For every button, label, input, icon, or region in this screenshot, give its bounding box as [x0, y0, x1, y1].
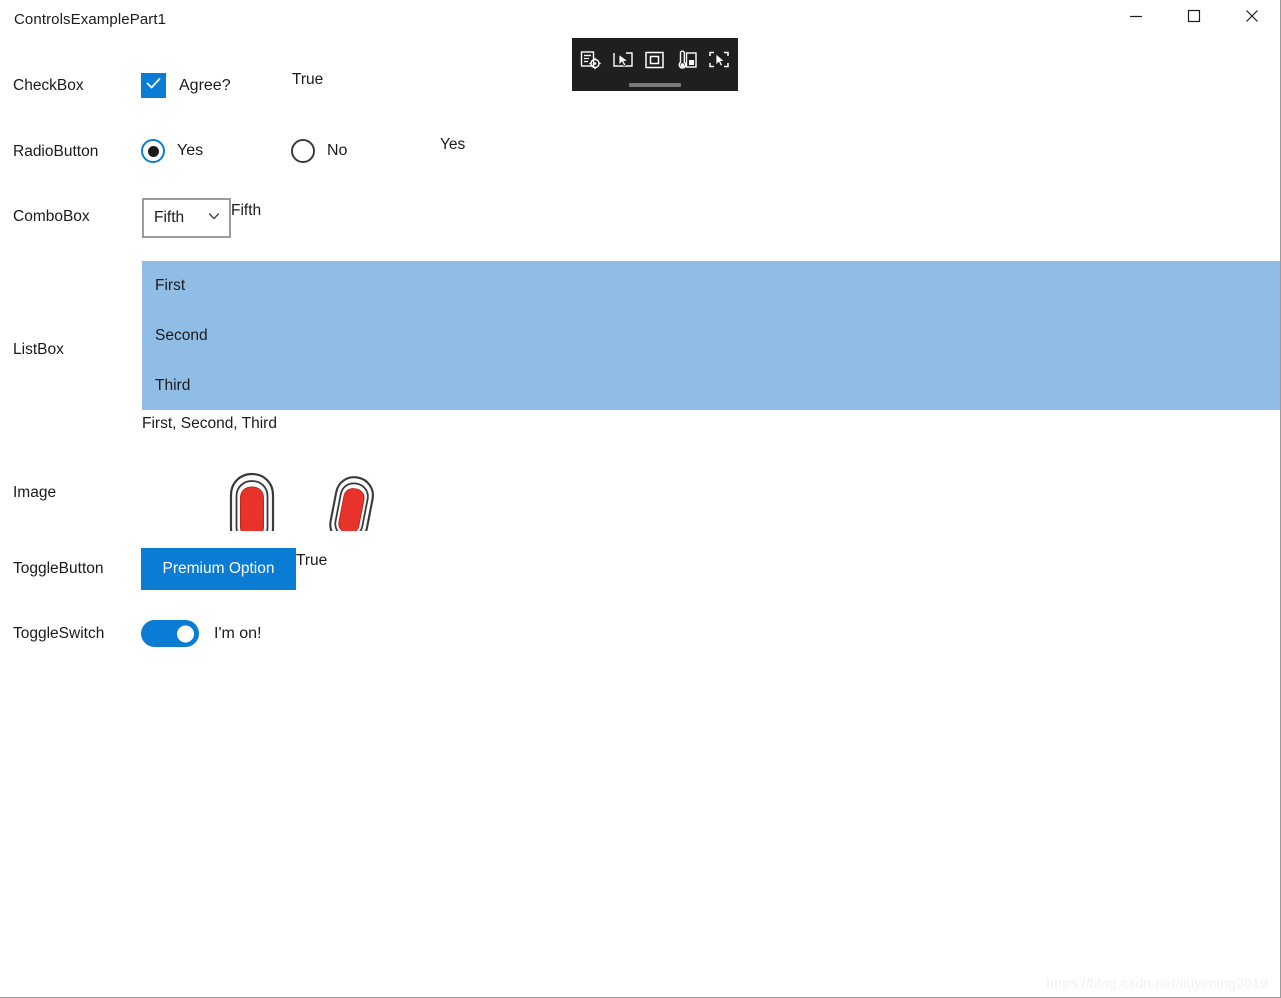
listbox-value-text: First, Second, Third [142, 415, 277, 432]
combobox-value-text: Fifth [231, 202, 262, 219]
togglebutton-content-label: Premium Option [162, 560, 275, 577]
toggleswitch-content-label: I'm on! [214, 624, 262, 642]
combobox-selected-value: Fifth [154, 209, 185, 226]
checkbox-row-label: CheckBox [13, 77, 84, 94]
radio-option-yes-label: Yes [177, 142, 204, 159]
radiobutton-value-text: Yes [440, 136, 466, 153]
radio-dot [147, 145, 159, 157]
listbox-row-label: ListBox [13, 341, 64, 358]
minimize-icon [1129, 9, 1143, 23]
togglebutton-row-label: ToggleButton [13, 560, 104, 577]
checkbox-box[interactable] [141, 73, 166, 98]
chevron-down-icon[interactable] [207, 209, 221, 228]
toggleswitch-row-label: ToggleSwitch [13, 625, 105, 642]
combobox[interactable]: Fifth [142, 198, 231, 238]
togglebutton-value-text: True [296, 552, 328, 569]
application-window: ControlsExamplePart1 CheckBox Agree? Tru… [0, 0, 1281, 998]
select-element-icon[interactable] [611, 49, 635, 73]
toggle-switch-track[interactable] [141, 620, 199, 647]
listbox[interactable]: First Second Third [142, 261, 1280, 410]
checkbox-content-label: Agree? [179, 76, 231, 94]
list-item[interactable]: First [155, 277, 185, 295]
image-row-label: Image [13, 484, 57, 501]
radio-button-icon-unchecked[interactable] [291, 139, 315, 163]
toggle-switch-thumb[interactable] [177, 625, 194, 642]
radio-option-no[interactable]: No [291, 139, 347, 163]
close-icon [1245, 9, 1259, 23]
radio-option-yes[interactable]: Yes [141, 139, 203, 163]
window-title: ControlsExamplePart1 [14, 11, 167, 28]
list-item[interactable]: Second [155, 327, 208, 345]
go-to-live-visual-tree-icon[interactable] [579, 49, 603, 73]
checkbox-value-text: True [292, 71, 324, 88]
image-group [222, 470, 392, 531]
premium-option-toggle-button[interactable]: Premium Option [141, 548, 296, 590]
toolbar-drag-handle[interactable] [629, 83, 681, 87]
radio-button-icon-checked[interactable] [141, 139, 165, 163]
radio-option-no-label: No [327, 142, 348, 159]
check-icon [145, 75, 162, 97]
maximize-button[interactable] [1171, 0, 1217, 32]
track-focused-element-icon[interactable] [675, 49, 699, 73]
map-pin-image [222, 470, 282, 531]
radiobutton-row-label: RadioButton [13, 143, 99, 160]
dev-toolbar-icon-strip [571, 38, 739, 83]
watermark-text: https://blog.csdn.net/liuyiming2019 [1046, 975, 1268, 991]
xaml-live-visual-tree-toolbar[interactable] [572, 38, 738, 91]
combobox-row-label: ComboBox [13, 208, 90, 225]
agree-checkbox[interactable]: Agree? [141, 73, 231, 98]
list-item[interactable]: Third [155, 377, 190, 395]
display-layout-adorners-icon[interactable] [643, 49, 667, 73]
minimize-button[interactable] [1113, 0, 1159, 32]
title-bar: ControlsExamplePart1 [0, 0, 1281, 40]
preview-selection-icon[interactable] [707, 49, 731, 73]
map-pin-image [322, 470, 382, 531]
toggle-switch[interactable]: I'm on! [141, 620, 262, 647]
maximize-icon [1187, 9, 1201, 23]
close-button[interactable] [1229, 0, 1275, 32]
